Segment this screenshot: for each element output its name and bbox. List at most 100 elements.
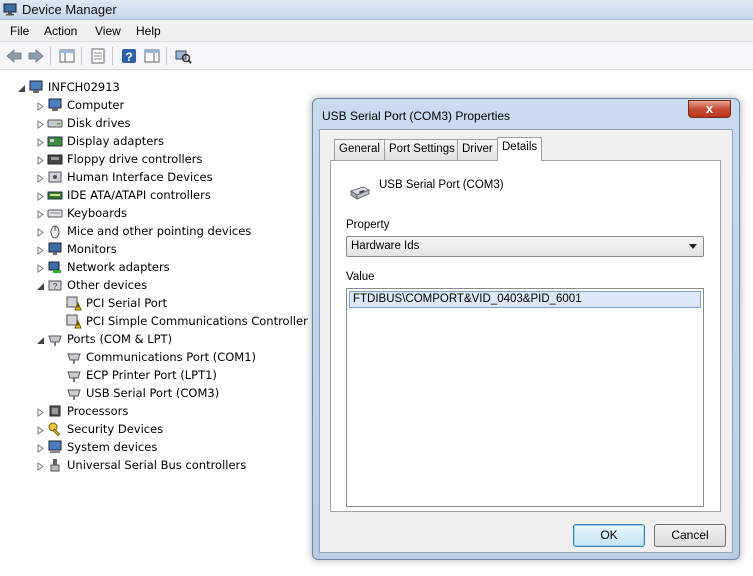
expanded-arrow-icon[interactable] (36, 280, 45, 290)
collapsed-arrow-icon[interactable] (36, 424, 45, 435)
details-panel: USB Serial Port (COM3) Property Hardware… (330, 160, 721, 512)
collapsed-arrow-icon[interactable] (36, 208, 45, 219)
menu-action[interactable]: Action (43, 24, 78, 38)
tab-label: Details (502, 141, 538, 153)
toolbar: ? (0, 42, 753, 70)
property-selected-value: Hardware Ids (351, 240, 420, 252)
svg-text:?: ? (125, 50, 132, 64)
properties-icon[interactable] (88, 46, 108, 66)
collapsed-arrow-icon[interactable] (36, 136, 45, 147)
tree-item-label: Keyboards (67, 206, 128, 220)
tab-label: Port Settings (389, 143, 455, 155)
tab-port-settings[interactable]: Port Settings (384, 139, 460, 160)
ide-controller-icon (47, 187, 63, 203)
display-adapter-icon (47, 133, 63, 149)
window-title: Device Manager (22, 2, 117, 17)
list-item-text: FTDIBUS\COMPORT&VID_0403&PID_6001 (353, 293, 582, 305)
tree-item-label: Other devices (67, 278, 148, 292)
forward-arrow-icon[interactable] (26, 46, 46, 66)
disk-drive-icon (47, 115, 63, 131)
device-manager-icon (3, 3, 17, 16)
usb-serial-port-icon (350, 186, 370, 200)
menu-view[interactable]: View (94, 24, 122, 38)
tree-item-label: Floppy drive controllers (67, 152, 203, 166)
tree-item-label: Communications Port (COM1) (86, 350, 257, 364)
tab-details[interactable]: Details (497, 137, 543, 161)
port-icon (47, 331, 63, 347)
warning-device-icon (66, 295, 82, 311)
collapsed-arrow-icon[interactable] (36, 118, 45, 129)
dialog-title: USB Serial Port (COM3) Properties (322, 109, 511, 123)
ok-button[interactable]: OK (573, 524, 645, 547)
tree-item-label: System devices (67, 440, 158, 454)
tree-item-label: USB Serial Port (COM3) (86, 386, 220, 400)
cancel-button[interactable]: Cancel (654, 524, 726, 547)
security-key-icon (47, 421, 63, 437)
tree-item-label: PCI Serial Port (86, 296, 168, 310)
tree-item-label: Security Devices (67, 422, 164, 436)
tree-item-label: Ports (COM & LPT) (67, 332, 173, 346)
tab-driver[interactable]: Driver (457, 139, 498, 160)
device-name: USB Serial Port (COM3) (379, 179, 504, 191)
processor-icon (47, 403, 63, 419)
warning-device-icon (66, 313, 82, 329)
toolbar-separator (50, 47, 51, 65)
toolbar-separator (166, 47, 167, 65)
collapsed-arrow-icon[interactable] (36, 154, 45, 165)
collapsed-arrow-icon[interactable] (36, 226, 45, 237)
collapsed-arrow-icon[interactable] (36, 190, 45, 201)
other-devices-icon: ? (47, 277, 63, 293)
port-icon (66, 349, 82, 365)
help-icon[interactable]: ? (119, 46, 139, 66)
action-pane-icon[interactable] (142, 46, 162, 66)
svg-text:?: ? (53, 282, 58, 291)
tab-label: Driver (462, 143, 493, 155)
tree-item-label: PCI Simple Communications Controller (86, 314, 308, 328)
scan-hardware-icon[interactable] (173, 46, 193, 66)
property-dropdown[interactable]: Hardware Ids (346, 236, 704, 257)
collapsed-arrow-icon[interactable] (36, 100, 45, 111)
port-icon (66, 367, 82, 383)
expanded-arrow-icon[interactable] (36, 334, 45, 344)
collapsed-arrow-icon[interactable] (36, 244, 45, 255)
tab-label: General (339, 143, 380, 155)
value-listbox[interactable]: FTDIBUS\COMPORT&VID_0403&PID_6001 (346, 288, 704, 507)
tab-general[interactable]: General (334, 139, 385, 160)
expanded-arrow-icon[interactable] (17, 82, 26, 92)
show-hide-console-tree-icon[interactable] (57, 46, 77, 66)
toolbar-separator (112, 47, 113, 65)
tree-item-label: INFCH02913 (48, 80, 120, 94)
collapsed-arrow-icon[interactable] (36, 460, 45, 471)
system-devices-icon (47, 439, 63, 455)
back-arrow-icon[interactable] (4, 46, 24, 66)
tree-item-label: IDE ATA/ATAPI controllers (67, 188, 211, 202)
list-item[interactable]: FTDIBUS\COMPORT&VID_0403&PID_6001 (349, 291, 701, 308)
toolbar-separator (81, 47, 82, 65)
tree-item-label: Universal Serial Bus controllers (67, 458, 247, 472)
collapsed-arrow-icon[interactable] (36, 442, 45, 453)
chevron-down-icon (689, 244, 697, 249)
tree-item-label: Display adapters (67, 134, 165, 148)
collapsed-arrow-icon[interactable] (36, 406, 45, 417)
keyboard-icon (47, 205, 63, 221)
floppy-controller-icon (47, 151, 63, 167)
tree-item-label: Monitors (67, 242, 117, 256)
menu-file[interactable]: File (9, 24, 30, 38)
menu-help[interactable]: Help (135, 24, 162, 38)
tree-item-label: Network adapters (67, 260, 170, 274)
hid-icon (47, 169, 63, 185)
collapsed-arrow-icon[interactable] (36, 262, 45, 273)
tree-item-label: Computer (67, 98, 125, 112)
network-adapter-icon (47, 259, 63, 275)
tree-item-label: ECP Printer Port (LPT1) (86, 368, 217, 382)
collapsed-arrow-icon[interactable] (36, 172, 45, 183)
tree-item-label: Mice and other pointing devices (67, 224, 252, 238)
mouse-icon (47, 223, 63, 239)
usb-icon (47, 457, 63, 473)
computer-icon (28, 79, 44, 95)
computer-icon (47, 97, 63, 113)
tree-item-label: Human Interface Devices (67, 170, 213, 184)
close-button[interactable]: x (688, 100, 731, 118)
value-label: Value (346, 271, 375, 283)
monitor-icon (47, 241, 63, 257)
